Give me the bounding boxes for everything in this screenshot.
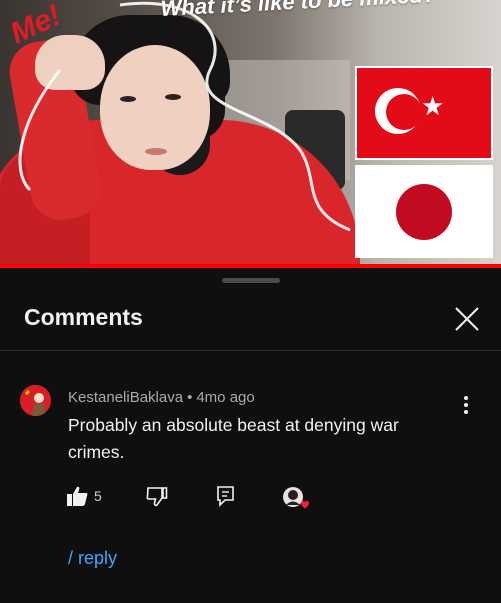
close-icon — [455, 307, 479, 331]
comment-meta: KestaneliBaklava • 4mo ago — [68, 389, 255, 406]
comment-author[interactable]: KestaneliBaklava — [68, 389, 183, 406]
comments-title: Comments — [24, 304, 143, 330]
avatar-image — [20, 385, 51, 416]
drag-handle[interactable] — [222, 278, 280, 283]
thumbs-down-icon — [146, 487, 168, 507]
turkey-flag: ★ — [355, 66, 493, 160]
header-divider — [0, 350, 501, 351]
comment-age: 4mo ago — [196, 389, 255, 406]
comments-sheet: Comments KestaneliBaklava • 4mo ago Probab… — [0, 268, 501, 603]
reply-comment-icon — [217, 486, 234, 507]
creator-heart-icon — [283, 487, 309, 509]
comment-actions: 5 — [0, 483, 501, 513]
comment-text: Probably an absolute beast at denying wa… — [68, 415, 399, 462]
avatar[interactable] — [20, 385, 51, 416]
dislike-button[interactable] — [146, 483, 168, 509]
meta-separator: • — [187, 389, 193, 406]
like-button[interactable]: 5 — [66, 483, 102, 509]
star-icon: ★ — [421, 92, 445, 122]
view-replies-link[interactable]: / reply — [68, 548, 117, 569]
more-options-button[interactable] — [458, 392, 474, 418]
reply-button-icon[interactable] — [216, 483, 236, 509]
thumbs-up-icon — [67, 486, 88, 506]
more-vert-icon — [464, 396, 468, 414]
close-button[interactable] — [452, 304, 482, 334]
creator-heart-badge — [281, 485, 311, 515]
rising-sun-disc — [396, 184, 452, 240]
like-count: 5 — [94, 488, 102, 504]
video-player[interactable]: Me! What it’s like to be mixed? ★ — [0, 0, 501, 268]
japan-flag — [355, 165, 493, 258]
